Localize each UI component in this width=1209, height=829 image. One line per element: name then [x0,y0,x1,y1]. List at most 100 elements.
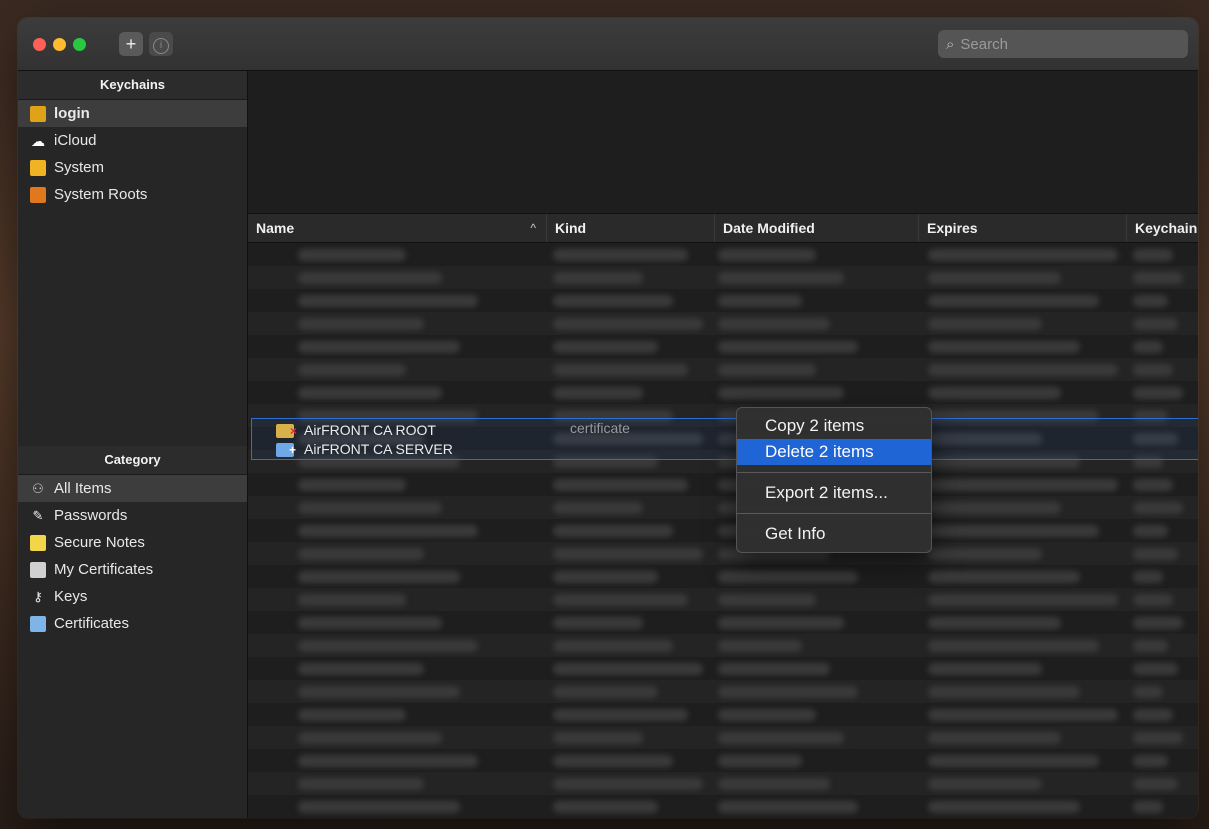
blurred-cell [553,617,643,629]
blurred-row [248,565,1198,588]
context-menu: Copy 2 items Delete 2 items Export 2 ite… [736,407,932,553]
blurred-cell [718,755,802,767]
blurred-cell [928,571,1080,583]
blurred-cell [928,663,1042,675]
blurred-cell [928,778,1042,790]
sidebar-item-login[interactable]: login [18,100,247,127]
minimize-window-button[interactable] [53,38,66,51]
blurred-row [248,588,1198,611]
blurred-cell [718,778,830,790]
blurred-row [248,266,1198,289]
blurred-cell [928,640,1099,652]
sidebar-item-label: iCloud [54,132,97,149]
blurred-cell [553,272,643,284]
blurred-cell [928,686,1080,698]
sidebar-item-passwords[interactable]: ✎ Passwords [18,502,247,529]
blurred-cell [298,755,478,767]
blurred-cell [298,709,406,721]
sidebar-item-secure-notes[interactable]: Secure Notes [18,529,247,556]
column-header-name[interactable]: Name ^ [248,214,546,242]
column-header-expires[interactable]: Expires [918,214,1126,242]
blurred-cell [298,272,442,284]
table-row[interactable]: AirFRONT CA SERVER [276,439,453,461]
column-header-keychain[interactable]: Keychain [1126,214,1198,242]
blurred-cell [298,617,442,629]
blurred-cell [553,548,703,560]
close-window-button[interactable] [33,38,46,51]
blurred-cell [928,801,1080,813]
lock-open-icon [30,105,46,122]
blurred-cell [298,663,424,675]
sidebar-item-icloud[interactable]: ☁ iCloud [18,127,247,154]
blurred-cell [928,249,1118,261]
menu-item-get-info[interactable]: Get Info [737,521,931,547]
certificate-trusted-icon [276,440,296,461]
search-field[interactable]: ⌕ Search [938,30,1188,58]
blurred-cell [553,364,688,376]
sidebar-item-my-certificates[interactable]: My Certificates [18,556,247,583]
sidebar-item-label: System Roots [54,186,148,203]
keychain-access-window: + i ⌕ Search Keychains login ☁ iCloud Sy… [18,18,1198,818]
key-icon: ⚷ [33,588,43,604]
menu-item-export[interactable]: Export 2 items... [737,480,931,506]
add-item-button[interactable]: + [119,32,143,56]
sidebar: Keychains login ☁ iCloud System System R… [18,71,248,818]
blurred-cell [298,525,478,537]
blurred-cell [553,686,658,698]
keychains-header: Keychains [18,71,247,100]
search-placeholder: Search [960,35,1008,53]
blurred-cell [553,594,688,606]
plus-icon: + [125,34,137,54]
blurred-cell [928,479,1118,491]
blurred-cell [298,502,442,514]
column-header-kind[interactable]: Kind [546,214,714,242]
blurred-cell [553,663,703,675]
sidebar-item-label: Secure Notes [54,534,145,551]
sidebar-item-label: login [54,105,90,122]
blurred-cell [928,732,1061,744]
sidebar-item-label: System [54,159,105,176]
password-icon: ✎ [32,507,44,523]
sidebar-item-system-roots[interactable]: System Roots [18,181,247,208]
blurred-cell [928,594,1118,606]
blurred-cell [298,686,460,698]
blurred-cell [1133,295,1168,307]
sidebar-item-certificates[interactable]: Certificates [18,610,247,637]
blurred-cell [298,364,406,376]
blurred-cell [553,525,673,537]
blurred-cell [553,801,658,813]
blurred-cell [718,686,858,698]
blurred-cell [928,525,1099,537]
blurred-cell [298,341,460,353]
blurred-cell [298,548,424,560]
blurred-cell [928,502,1061,514]
blurred-cell [298,640,478,652]
main-pane: Name ^ Kind Date Modified Expires Keycha… [248,71,1198,818]
get-info-button[interactable]: i [149,32,173,56]
blurred-cell [553,479,688,491]
sidebar-item-all-items[interactable]: ⚇ All Items [18,475,247,502]
blurred-cell [1133,663,1178,675]
menu-item-delete[interactable]: Delete 2 items [737,439,931,465]
info-icon: i [153,38,169,54]
blurred-row [248,657,1198,680]
table-row[interactable]: AirFRONT CA ROOT [276,420,436,442]
row-name: AirFRONT CA SERVER [304,441,453,457]
blurred-cell [1133,548,1178,560]
title-bar: + i ⌕ Search [18,18,1198,71]
sidebar-item-keys[interactable]: ⚷ Keys [18,583,247,610]
blurred-cell [928,341,1080,353]
blurred-cell [1133,778,1178,790]
sidebar-item-system[interactable]: System [18,154,247,181]
column-header-date-modified[interactable]: Date Modified [714,214,918,242]
cabinet-icon [30,186,46,203]
blurred-cell [298,387,442,399]
cloud-icon: ☁ [31,132,45,149]
zoom-window-button[interactable] [73,38,86,51]
blurred-row [248,496,1198,519]
blurred-row [248,703,1198,726]
menu-item-copy[interactable]: Copy 2 items [737,413,931,439]
row-kind: certificate [570,420,630,436]
blurred-cell [298,295,478,307]
blurred-cell [298,571,460,583]
